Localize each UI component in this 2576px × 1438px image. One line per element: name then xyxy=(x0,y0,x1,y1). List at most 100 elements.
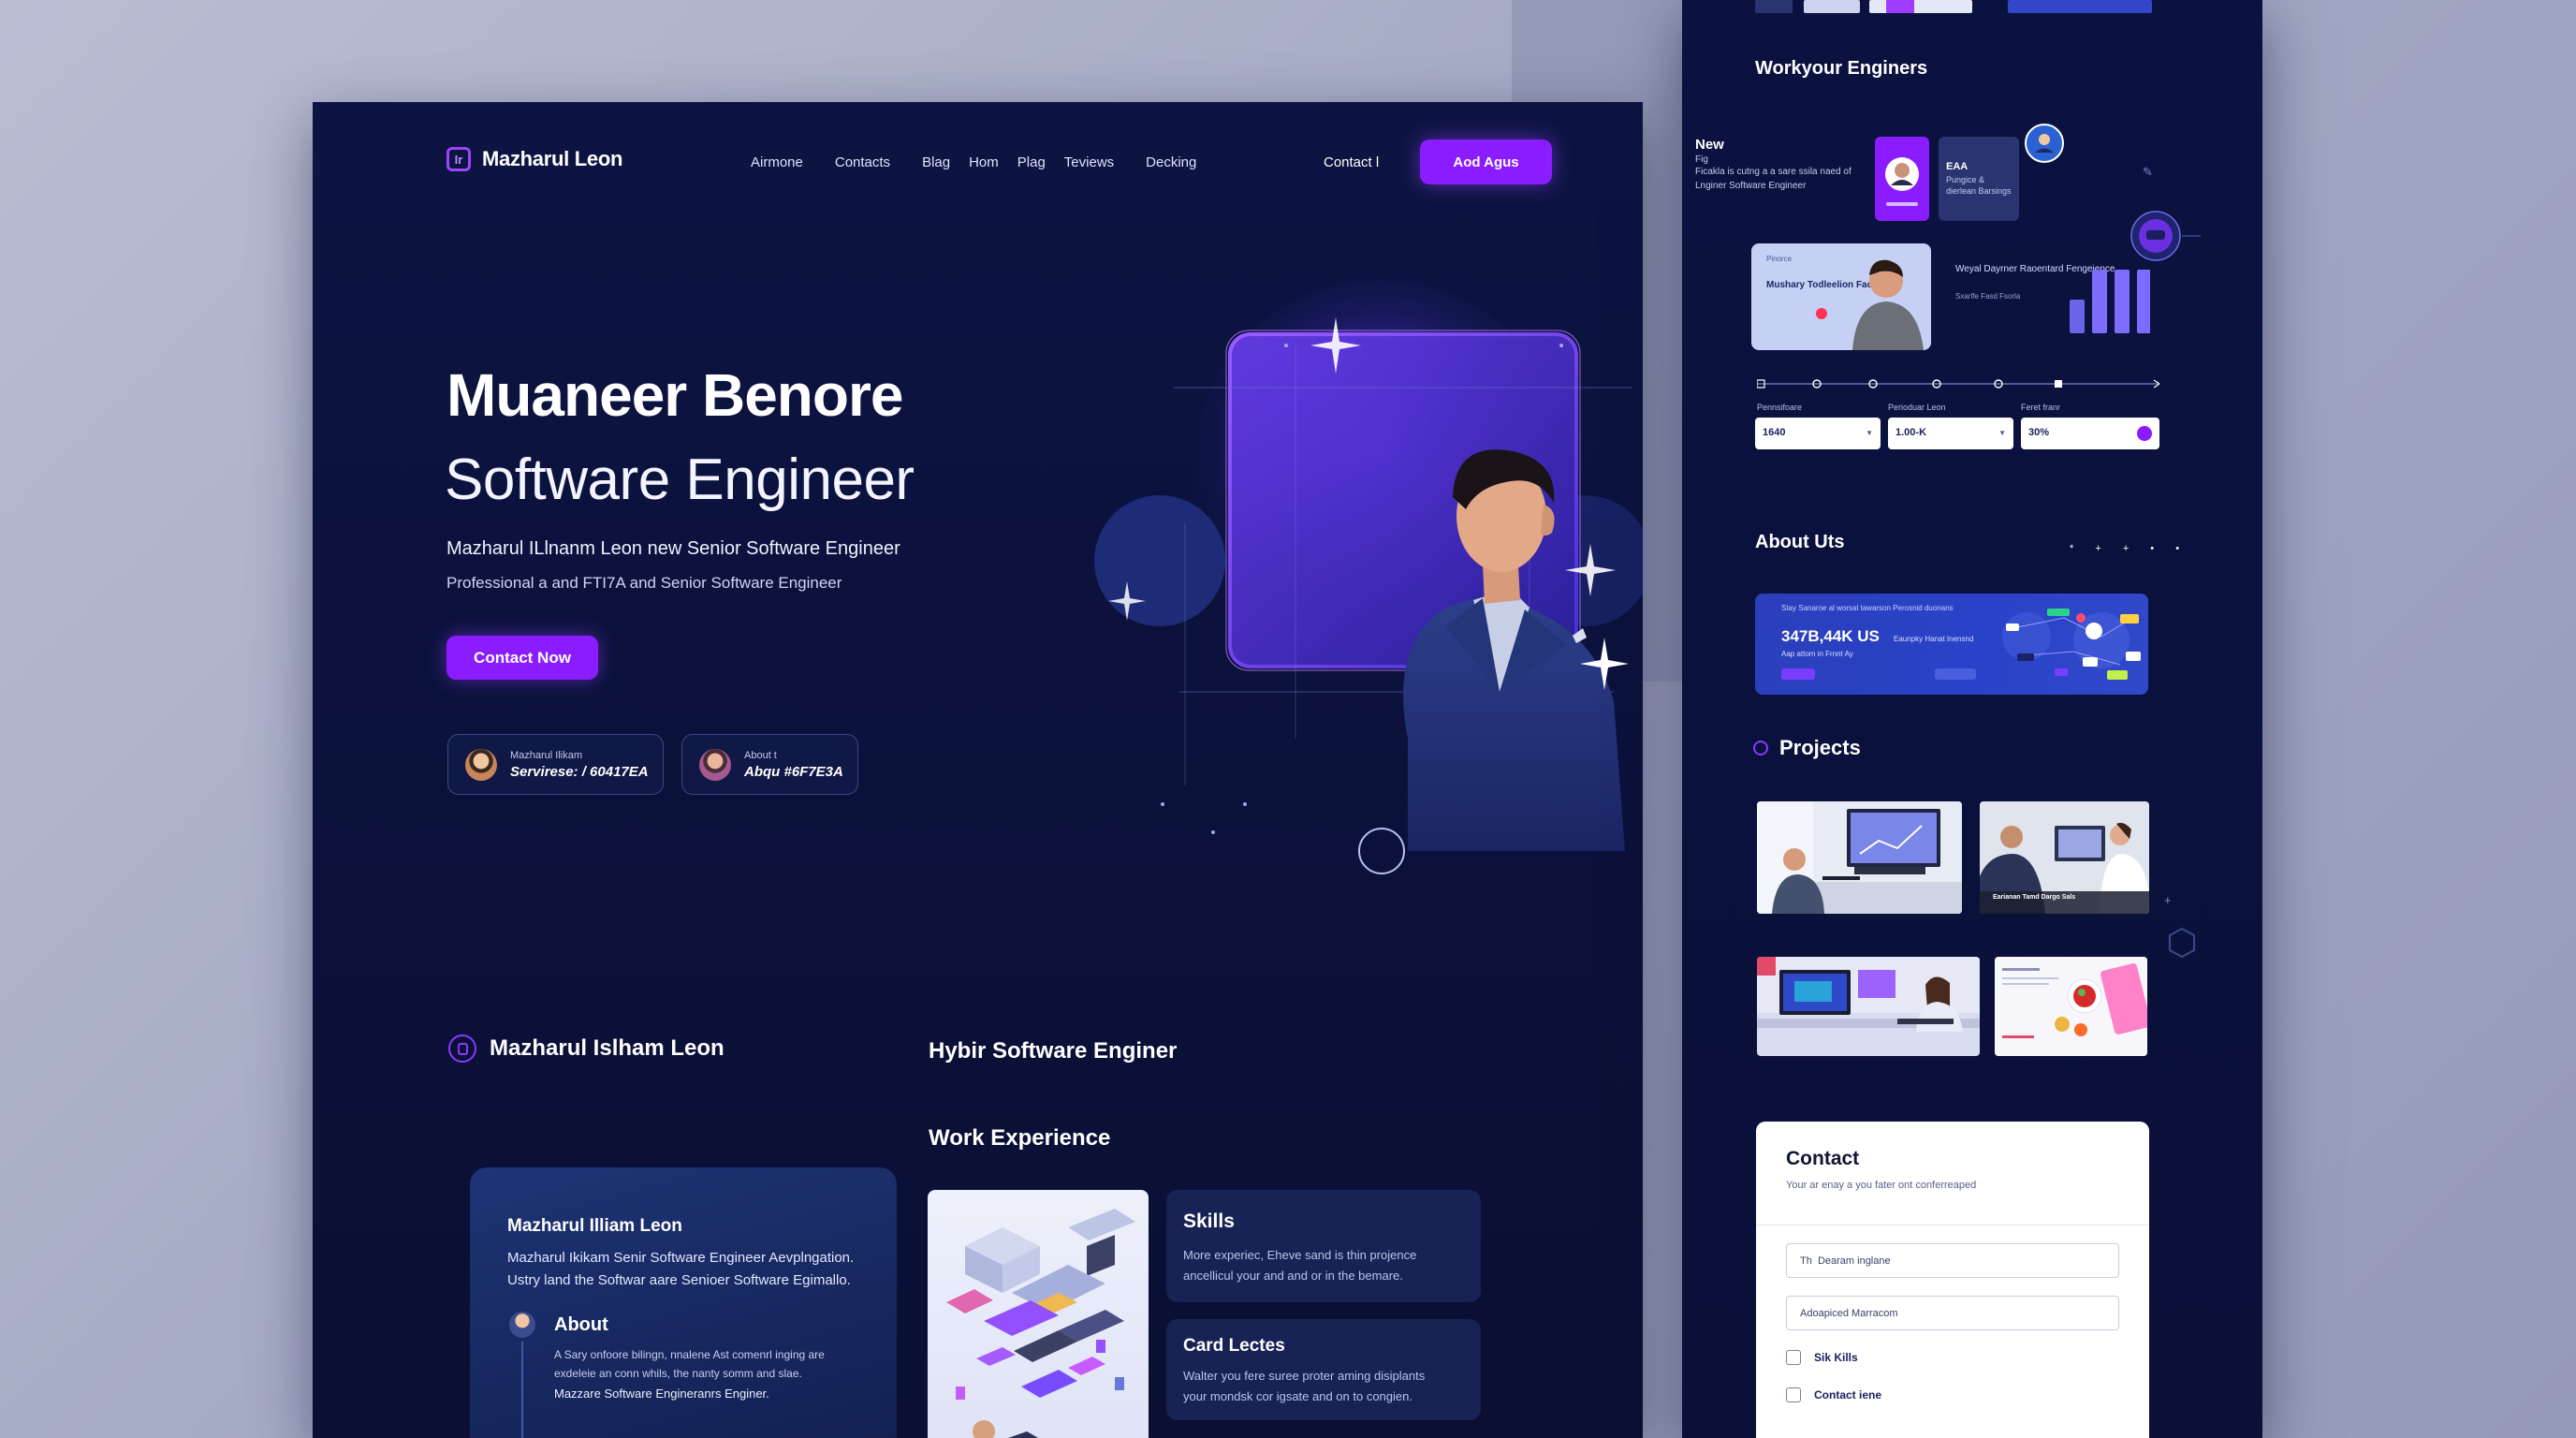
bar-chart-card: Weyal Dayrner Raoentard Fengeience Sxarl… xyxy=(1944,245,2159,339)
new-description: Ficakla is cutng a a sare ssila naed of … xyxy=(1695,167,1852,191)
avatar xyxy=(699,748,731,781)
select-field-1[interactable]: 1640 ▼ xyxy=(1755,418,1881,449)
chip-text: About t Abqu #6F7E3A xyxy=(744,750,843,780)
checkbox-label: Contact iene xyxy=(1814,1388,1882,1401)
bar xyxy=(2092,270,2107,333)
about-heading: About xyxy=(554,1314,608,1335)
chip-text: Mazharul Ilikam Servirese: / 60417EA xyxy=(510,750,649,780)
info-tile[interactable]: EAA Pungice & dierlean Barsings xyxy=(1939,137,2019,221)
about-banner[interactable]: Stay Sanaroe al worsal tawarson Perosnid… xyxy=(1755,594,2148,695)
contact-now-button[interactable]: Contact Now xyxy=(446,636,598,680)
banner-caption: Stay Sanaroe al worsal tawarson Perosnid… xyxy=(1781,604,1954,612)
toggle-dot-icon xyxy=(2137,426,2152,441)
mini-bar-chart xyxy=(2070,270,2150,333)
projects-heading-text: Projects xyxy=(1779,736,1861,759)
card-lectes-title: Card Lectes xyxy=(1183,1336,1285,1356)
nav-item-teviews[interactable]: Teviews xyxy=(1064,154,1114,170)
hero-subtitle: Software Engineer xyxy=(445,448,915,512)
nav-cta-button[interactable]: Aod Agus xyxy=(1420,139,1552,184)
chevron-down-icon: ▼ xyxy=(1866,429,1873,437)
contact-description: Your ar enay a you fater ont conferreape… xyxy=(1786,1180,1977,1191)
bar xyxy=(2115,270,2130,333)
nav-item-plag[interactable]: Plag xyxy=(1017,154,1046,170)
skills-text: ancellicul your and and or in the bemare… xyxy=(1183,1269,1403,1283)
thumbnail-caption: Earianan Tamd Dargo Sals xyxy=(1993,894,2076,901)
avatar xyxy=(465,748,497,781)
work-experience-heading: Work Experience xyxy=(929,1125,1111,1151)
field-label: Pennsifoare xyxy=(1757,403,1803,412)
bar xyxy=(2070,300,2085,333)
nav-item-airmone[interactable]: Airmone xyxy=(751,154,803,170)
field-value: 30% xyxy=(2028,427,2050,438)
name-input[interactable] xyxy=(1786,1243,2119,1278)
select-field-3[interactable]: 30% xyxy=(2021,418,2159,449)
field-value: 1640 xyxy=(1763,427,1786,438)
profile-tile[interactable] xyxy=(1875,137,1929,221)
skills-text: More experiec, Eheve sand is thin projen… xyxy=(1183,1248,1417,1262)
timeline-slider[interactable] xyxy=(1757,377,2159,390)
chip-label: Mazharul Ilikam xyxy=(510,749,583,761)
card-lectes-text: Walter you fere suree proter aming disip… xyxy=(1183,1369,1426,1383)
logo[interactable]: Ir Mazharul Leon xyxy=(446,147,622,171)
logo-icon: Ir xyxy=(446,147,471,171)
chip-label: About t xyxy=(744,749,777,761)
nav-menu: Airmone Contacts Blag Hom Plag Teviews D… xyxy=(751,154,1228,170)
nav-item-blag[interactable]: Blag xyxy=(922,154,950,170)
about-card-title: Mazharul Illiam Leon xyxy=(507,1216,682,1236)
portfolio-page: Ir Mazharul Leon Airmone Contacts Blag H… xyxy=(313,102,1643,1438)
about-card-line: Mazharul Ikikam Senir Software Engineer … xyxy=(507,1250,855,1266)
timeline-line xyxy=(521,1342,523,1438)
chevron-down-icon: ▼ xyxy=(1998,429,2006,437)
project-thumbnail-1[interactable] xyxy=(1757,801,1962,914)
select-field-2[interactable]: 1.00-K ▼ xyxy=(1888,418,2013,449)
logo-text: Mazharul Leon xyxy=(482,147,623,170)
field-value: 1.00-K xyxy=(1895,427,1927,438)
checkbox-icon[interactable] xyxy=(1786,1387,1801,1402)
profile-icon xyxy=(448,1034,476,1063)
about-text: Mazzare Software Engineranrs Enginer. xyxy=(554,1387,769,1401)
chip-value: Servirese: / 60417EA xyxy=(510,763,649,780)
top-navigation: Ir Mazharul Leon Airmone Contacts Blag H… xyxy=(313,102,1643,224)
banner-side-text: Eaunpky Hanat Inensnd xyxy=(1894,635,1974,643)
about-card-line: Ustry land the Softwar aare Senioer Soft… xyxy=(507,1272,851,1288)
decor-icon: ✎ xyxy=(2143,165,2153,179)
nav-item-contacts[interactable]: Contacts xyxy=(835,154,890,170)
hero-title: Muaneer Benore xyxy=(446,361,903,429)
checkbox-label: Sik Kills xyxy=(1814,1351,1858,1364)
name-section-heading: Mazharul Islham Leon xyxy=(448,1034,724,1063)
checkbox-contact[interactable]: Contact iene xyxy=(1786,1387,1881,1402)
new-block: New Fig Ficakla is cutng a a sare ssila … xyxy=(1695,137,1873,193)
mobile-preview-panel: Workyour Enginers New Fig Ficakla is cut… xyxy=(1682,0,2262,1438)
nav-item-decking[interactable]: Decking xyxy=(1146,154,1196,170)
project-thumbnail-2[interactable]: Earianan Tamd Dargo Sals xyxy=(1980,801,2149,914)
about-text: A Sary onfoore bilingn, nnalene Ast come… xyxy=(554,1348,825,1361)
info-chip-about[interactable]: About t Abqu #6F7E3A xyxy=(681,734,858,795)
nav-item-hom[interactable]: Hom xyxy=(969,154,999,170)
profile-card[interactable]: Pinorce Mushary Todleelion Facoion xyxy=(1751,243,1931,350)
project-thumbnail-3[interactable] xyxy=(1757,957,1980,1056)
banner-subtext: Aap attom in Frnnt Ay xyxy=(1781,650,1853,658)
hybrid-heading: Hybir Software Enginer xyxy=(929,1038,1178,1064)
contact-title: Contact xyxy=(1786,1148,1860,1169)
about-decor-dots: * + + • • xyxy=(2070,543,2189,554)
hero-description-secondary: Professional a and FTI7A and Senior Soft… xyxy=(446,574,842,592)
isometric-workspace-illustration xyxy=(928,1190,1149,1438)
email-input[interactable] xyxy=(1786,1296,2119,1330)
card-lectes-text: your mondsk cor igsate and on to congien… xyxy=(1183,1389,1412,1403)
new-subtitle: Fig xyxy=(1695,154,1708,165)
skills-card: Skills More experiec, Eheve sand is thin… xyxy=(1166,1190,1481,1302)
plus-icon: + xyxy=(2164,893,2172,907)
nav-contact-link[interactable]: Contact l xyxy=(1324,154,1379,170)
checkbox-skills[interactable]: Sik Kills xyxy=(1786,1350,1858,1365)
banner-pill xyxy=(1781,668,1815,680)
hero-description: Mazharul ILlnanm Leon new Senior Softwar… xyxy=(446,538,900,559)
about-text: exdeleie an conn whils, the nanty somm a… xyxy=(554,1367,802,1380)
banner-value: 347B,44K US xyxy=(1781,627,1880,645)
field-label: Feret franr xyxy=(2021,403,2061,412)
contact-form-card: Contact Your ar enay a you fater ont con… xyxy=(1756,1122,2149,1438)
top-thumbnail-strip xyxy=(1755,0,2152,13)
project-thumbnail-4[interactable] xyxy=(1995,957,2147,1056)
work-engineers-heading: Workyour Enginers xyxy=(1755,58,1928,79)
checkbox-icon[interactable] xyxy=(1786,1350,1801,1365)
info-chip-services[interactable]: Mazharul Ilikam Servirese: / 60417EA xyxy=(447,734,664,795)
